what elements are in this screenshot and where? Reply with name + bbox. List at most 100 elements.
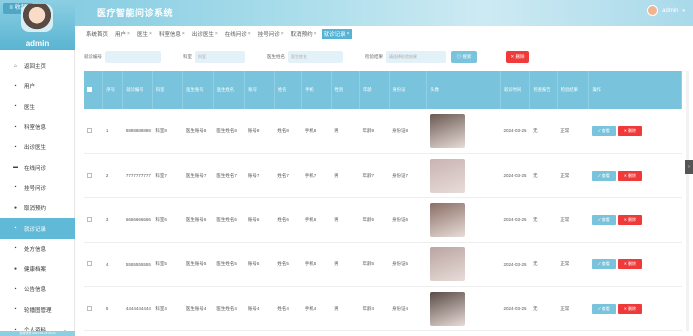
- cell-sex: 男: [331, 242, 360, 288]
- cell-acc: 账号5: [244, 242, 275, 288]
- doctor-name-label: 医生姓名: [267, 54, 285, 59]
- column-header: [84, 71, 104, 109]
- chevron-right-icon[interactable]: ›: [685, 160, 693, 174]
- cell-id: 身份证8: [389, 109, 427, 154]
- row-checkbox[interactable]: [87, 261, 92, 267]
- view-button[interactable]: ✓ 查看: [591, 170, 616, 181]
- tab-8[interactable]: 就诊记录 ×: [321, 29, 352, 39]
- sidebar-item-12[interactable]: ▪ 轮播图管理: [0, 300, 75, 320]
- result-select[interactable]: 请选择检验结果: [386, 51, 446, 63]
- cell-doc_name: 医生姓名4: [213, 286, 245, 332]
- user-menu[interactable]: admin ▾: [647, 5, 685, 16]
- row-checkbox-cell: [84, 153, 103, 199]
- close-icon[interactable]: ×: [248, 31, 251, 37]
- bulk-delete-button[interactable]: ✕ 删除: [506, 51, 529, 63]
- delete-button[interactable]: ✕ 删除: [617, 125, 642, 136]
- tab-2[interactable]: 医生 ×: [135, 29, 154, 39]
- view-button[interactable]: ✓ 查看: [591, 125, 616, 136]
- close-icon[interactable]: ×: [215, 31, 218, 37]
- row-checkbox[interactable]: [87, 127, 92, 133]
- cell-actions: ✓ 查看 ✕ 删除: [588, 197, 682, 243]
- sidebar-item-3[interactable]: ▪ 科室信息: [0, 117, 75, 137]
- row-checkbox[interactable]: [87, 172, 92, 178]
- close-icon[interactable]: ×: [127, 31, 130, 37]
- sidebar-item-4[interactable]: ▪ 出诊医生: [0, 137, 75, 157]
- doctor-name-input[interactable]: 医生姓名: [288, 51, 343, 63]
- sidebar-item-7[interactable]: ● 取消预约: [0, 198, 75, 218]
- delete-button[interactable]: ✕ 删除: [617, 214, 642, 225]
- cell-dept: 科室6: [152, 197, 183, 243]
- cell-acc: 账号8: [244, 109, 275, 154]
- cell-dept: 科室5: [152, 242, 183, 288]
- row-checkbox[interactable]: [87, 305, 92, 311]
- sidebar-item-2[interactable]: ▪ 医生: [0, 97, 75, 117]
- code-input[interactable]: [105, 51, 161, 63]
- sidebar-item-9[interactable]: ▪ 处方信息: [0, 239, 75, 259]
- tab-label: 挂号问诊: [257, 32, 280, 38]
- cell-dept: 科室8: [152, 109, 183, 154]
- column-header: 手机: [301, 71, 332, 109]
- grid-icon: ▪: [14, 306, 17, 313]
- sidebar-item-6[interactable]: ▪ 挂号问诊: [0, 178, 75, 198]
- cell-report: 无: [529, 242, 558, 288]
- cell-code: 8888888888: [122, 109, 153, 154]
- vertical-scrollbar[interactable]: [686, 71, 689, 331]
- sidebar-item-5[interactable]: ▬ 在线问诊: [0, 157, 75, 177]
- delete-button[interactable]: ✕ 删除: [617, 170, 642, 181]
- sidebar-menu: ⌂ 返回主页 ▪ 用户 ▪ 医生 ▪ 科室信息 ▪ 出诊医生 ▬ 在线问诊 ▪ 挂号问诊 ● 取消预约 ▪ 就诊记…: [0, 56, 75, 336]
- close-icon[interactable]: ×: [314, 31, 317, 37]
- cell-idx: 3: [102, 197, 123, 243]
- cell-acc: 账号6: [244, 197, 275, 243]
- column-header: 检验结果: [557, 71, 590, 109]
- cell-photo: [426, 109, 501, 154]
- sidebar-item-8[interactable]: ▪ 就诊记录: [0, 218, 75, 239]
- cell-id: 身份证7: [389, 153, 427, 199]
- cell-idx: 4: [102, 242, 123, 288]
- column-header: 年龄: [359, 71, 390, 109]
- tab-6[interactable]: 挂号问诊 ×: [256, 29, 286, 39]
- column-header: 医生姓名: [213, 71, 246, 109]
- close-icon[interactable]: ×: [149, 31, 152, 37]
- tab-bar: 系统首页 用户 × 医生 × 科室信息 × 出诊医生 × 在线问诊 × 挂号问诊 × 取消预约 × 就诊记录 ×: [84, 29, 352, 39]
- close-icon[interactable]: ×: [281, 31, 284, 37]
- sidebar-item-10[interactable]: ● 健康档案: [0, 259, 75, 279]
- sidebar-item-0[interactable]: ⌂ 返回主页: [0, 56, 75, 76]
- delete-button[interactable]: ✕ 删除: [617, 303, 642, 314]
- avatar: [429, 158, 465, 193]
- sidebar-item-label: 用户: [24, 84, 36, 91]
- chevron-down-icon: ▾: [682, 7, 685, 14]
- view-button[interactable]: ✓ 查看: [591, 259, 616, 270]
- sidebar-item-11[interactable]: ▪ 公告信息: [0, 279, 75, 299]
- column-header: 检查报告: [529, 71, 558, 109]
- table-row: 5 4444444444 科室4 医生账号4 医生姓名4 账号4 姓名4 手机4 男年龄4 身份证…: [84, 286, 682, 332]
- cell-result: 正常: [557, 286, 589, 332]
- tab-3[interactable]: 科室信息 ×: [157, 29, 187, 39]
- close-icon[interactable]: ×: [182, 31, 185, 37]
- tab-4[interactable]: 出诊医生 ×: [190, 29, 220, 39]
- view-button[interactable]: ✓ 查看: [591, 214, 616, 225]
- delete-button[interactable]: ✕ 删除: [617, 259, 642, 270]
- tab-0[interactable]: 系统首页: [84, 29, 110, 39]
- code-label: 就诊编号: [84, 54, 102, 59]
- close-icon[interactable]: ×: [347, 31, 350, 37]
- view-button[interactable]: ✓ 查看: [591, 303, 616, 314]
- row-checkbox[interactable]: [87, 216, 92, 222]
- sidebar-item-label: 返回主页: [24, 64, 47, 71]
- sidebar-item-1[interactable]: ▪ 用户: [0, 76, 75, 96]
- cell-code: 5555555555: [122, 242, 153, 288]
- select-all-checkbox[interactable]: [87, 87, 92, 92]
- dept-input[interactable]: 科室: [195, 51, 245, 63]
- tab-1[interactable]: 用户 ×: [113, 29, 132, 39]
- search-button[interactable]: ◎ 搜索: [451, 51, 477, 63]
- cell-name: 姓名8: [274, 109, 302, 154]
- column-header: 身份证: [389, 71, 428, 109]
- cell-doc_name: 医生姓名5: [213, 242, 245, 288]
- row-checkbox-cell: [84, 109, 103, 154]
- tab-7[interactable]: 取消预约 ×: [289, 29, 319, 39]
- cell-idx: 2: [102, 153, 123, 199]
- cell-sex: 男: [331, 109, 360, 154]
- result-label: 检验结果: [365, 54, 383, 59]
- sidebar-item-label: 公告信息: [24, 287, 47, 294]
- cell-age: 年龄5: [359, 242, 389, 288]
- tab-5[interactable]: 在线问诊 ×: [223, 29, 253, 39]
